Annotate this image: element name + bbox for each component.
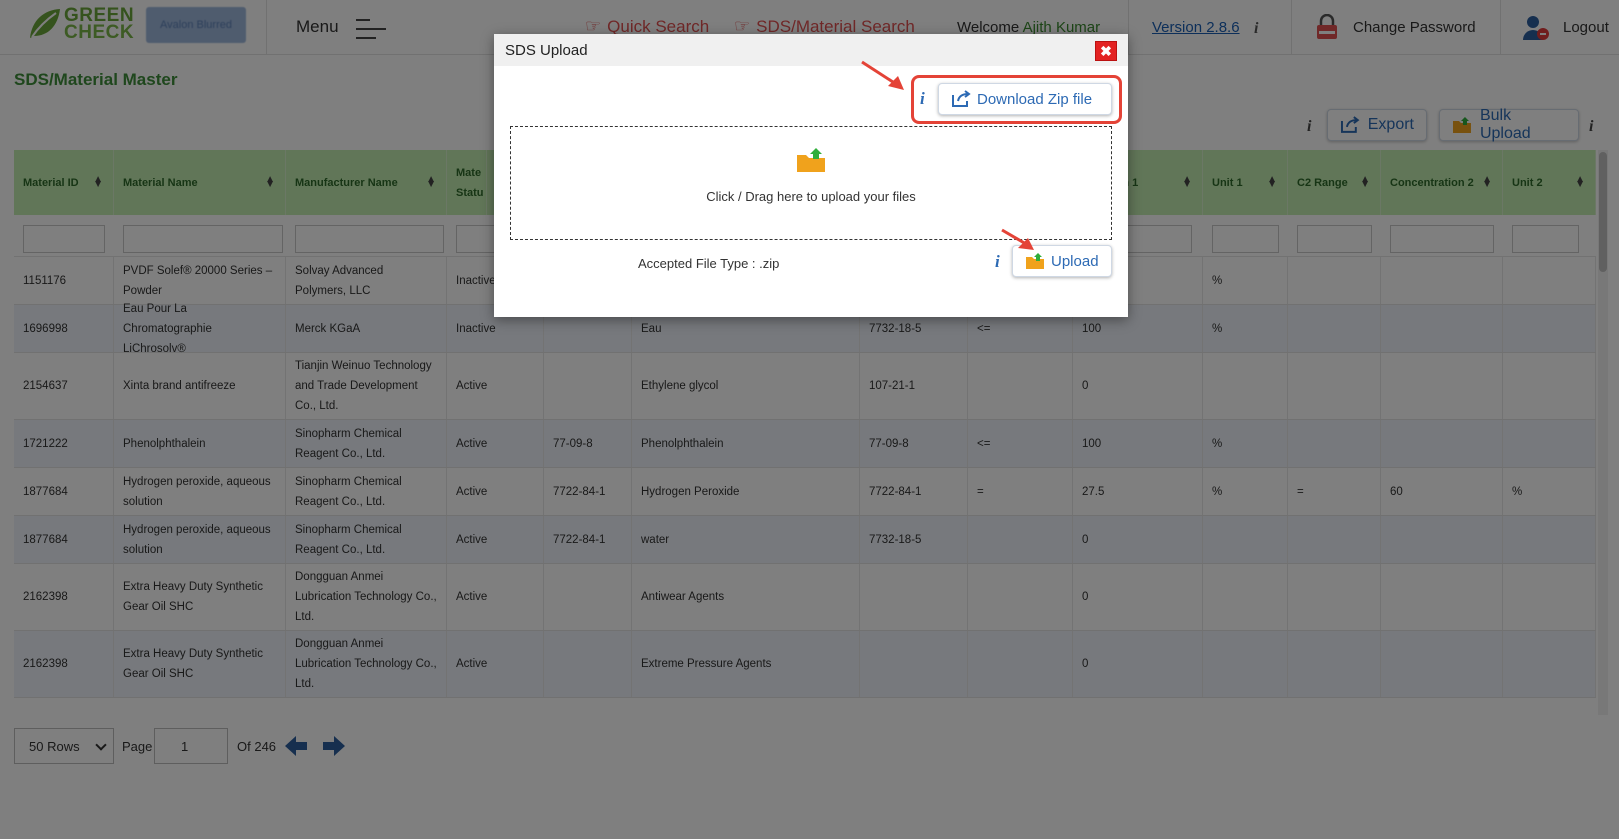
upload-info-icon[interactable]: i (995, 252, 1000, 272)
download-zip-button[interactable]: Download Zip file (938, 83, 1112, 115)
annotation-arrow-icon (861, 60, 904, 90)
download-info-icon[interactable]: i (920, 89, 925, 109)
drop-zone-text: Click / Drag here to upload your files (706, 189, 916, 204)
folder-upload-icon (797, 148, 825, 172)
annotation-arrow-icon (1001, 228, 1034, 250)
dialog-header: SDS Upload ✖ (494, 34, 1128, 66)
folder-upload-icon (1026, 253, 1044, 269)
sds-upload-dialog: SDS Upload ✖ i Download Zip file Click /… (494, 34, 1128, 317)
close-icon[interactable]: ✖ (1095, 41, 1117, 61)
accepted-file-type: Accepted File Type : .zip (638, 256, 780, 271)
file-drop-zone[interactable]: Click / Drag here to upload your files (510, 126, 1112, 240)
dialog-title: SDS Upload (505, 42, 588, 59)
export-icon (952, 90, 971, 107)
